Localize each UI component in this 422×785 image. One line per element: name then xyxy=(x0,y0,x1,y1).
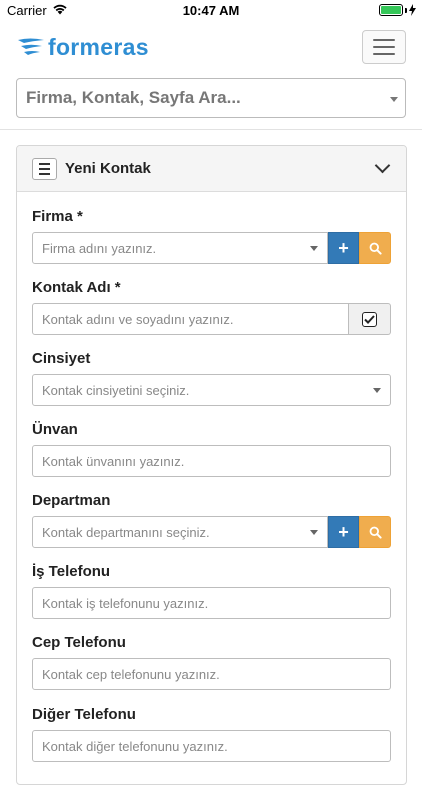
caret-down-icon xyxy=(373,388,381,393)
diger-telefonu-placeholder: Kontak diğer telefonunu yazınız. xyxy=(42,738,228,754)
search-icon xyxy=(369,242,382,255)
field-label: Cinsiyet xyxy=(32,350,91,367)
cinsiyet-placeholder: Kontak cinsiyetini seçiniz. xyxy=(42,382,190,398)
search-departman-button[interactable] xyxy=(359,516,391,548)
departman-select[interactable]: Kontak departmanını seçiniz. xyxy=(32,516,328,548)
caret-down-icon xyxy=(310,530,318,535)
status-bar: Carrier 10:47 AM xyxy=(0,0,422,22)
checkbox[interactable] xyxy=(362,311,377,327)
kontak-adi-input[interactable]: Kontak adını ve soyadını yazınız. xyxy=(32,303,349,335)
field-is-telefonu: İş Telefonu Kontak iş telefonunu yazınız… xyxy=(32,563,391,619)
field-label: Diğer Telefonu xyxy=(32,706,136,723)
global-search-select[interactable]: Firma, Kontak, Sayfa Ara... xyxy=(16,78,406,118)
clock: 10:47 AM xyxy=(182,3,240,18)
kontak-adi-placeholder: Kontak adını ve soyadını yazınız. xyxy=(42,311,234,327)
formeras-logo[interactable]: formeras xyxy=(16,34,149,60)
field-label: Ünvan xyxy=(32,421,78,438)
field-firma: Firma * Firma adını yazınız. + xyxy=(32,208,391,264)
chevron-down-icon[interactable] xyxy=(374,157,391,174)
hamburger-menu-button[interactable] xyxy=(362,30,406,64)
diger-telefonu-input[interactable]: Kontak diğer telefonunu yazınız. xyxy=(32,730,391,762)
plus-icon: + xyxy=(338,521,349,542)
logo-text: formeras xyxy=(48,33,149,60)
add-departman-button[interactable]: + xyxy=(328,516,359,548)
list-icon xyxy=(39,163,50,165)
new-contact-panel: Yeni Kontak Firma * Firma adını yazınız.… xyxy=(16,145,407,785)
field-label: İş Telefonu xyxy=(32,563,111,580)
field-kontak-adi: Kontak Adı * Kontak adını ve soyadını ya… xyxy=(32,279,391,335)
field-label: Firma * xyxy=(32,208,83,225)
is-telefonu-input[interactable]: Kontak iş telefonunu yazınız. xyxy=(32,587,391,619)
is-telefonu-placeholder: Kontak iş telefonunu yazınız. xyxy=(42,595,209,611)
firma-placeholder: Firma adını yazınız. xyxy=(42,240,157,256)
firma-select[interactable]: Firma adını yazınız. xyxy=(32,232,328,264)
caret-down-icon xyxy=(390,97,398,102)
charging-icon xyxy=(409,4,416,16)
kontak-adi-checkbox-addon[interactable] xyxy=(349,303,391,335)
unvan-placeholder: Kontak ünvanını yazınız. xyxy=(42,453,185,469)
search-firma-button[interactable] xyxy=(359,232,391,264)
unvan-input[interactable]: Kontak ünvanını yazınız. xyxy=(32,445,391,477)
add-firma-button[interactable]: + xyxy=(328,232,359,264)
search-icon xyxy=(369,526,382,539)
logo-swoosh-icon xyxy=(18,38,44,55)
panel-menu-button[interactable] xyxy=(32,158,57,180)
panel-title: Yeni Kontak xyxy=(65,160,151,177)
field-label: Kontak Adı * xyxy=(32,279,121,296)
field-cep-telefonu: Cep Telefonu Kontak cep telefonunu yazın… xyxy=(32,634,391,690)
cep-telefonu-input[interactable]: Kontak cep telefonunu yazınız. xyxy=(32,658,391,690)
field-departman: Departman Kontak departmanını seçiniz. + xyxy=(32,492,391,548)
departman-placeholder: Kontak departmanını seçiniz. xyxy=(42,524,210,540)
field-unvan: Ünvan Kontak ünvanını yazınız. xyxy=(32,421,391,477)
battery-icon xyxy=(379,4,416,16)
field-label: Departman xyxy=(32,492,111,509)
field-cinsiyet: Cinsiyet Kontak cinsiyetini seçiniz. xyxy=(32,350,391,406)
field-label: Cep Telefonu xyxy=(32,634,126,651)
checkmark-icon xyxy=(364,314,375,324)
field-diger-telefonu: Diğer Telefonu Kontak diğer telefonunu y… xyxy=(32,706,391,762)
cinsiyet-select[interactable]: Kontak cinsiyetini seçiniz. xyxy=(32,374,391,406)
caret-down-icon xyxy=(310,246,318,251)
app-header: formeras Firma, Kontak, Sayfa Ara... xyxy=(0,22,422,130)
panel-heading[interactable]: Yeni Kontak xyxy=(17,146,406,192)
global-search-placeholder: Firma, Kontak, Sayfa Ara... xyxy=(26,88,241,107)
hamburger-icon xyxy=(373,39,395,41)
plus-icon: + xyxy=(338,237,349,258)
cep-telefonu-placeholder: Kontak cep telefonunu yazınız. xyxy=(42,666,220,682)
